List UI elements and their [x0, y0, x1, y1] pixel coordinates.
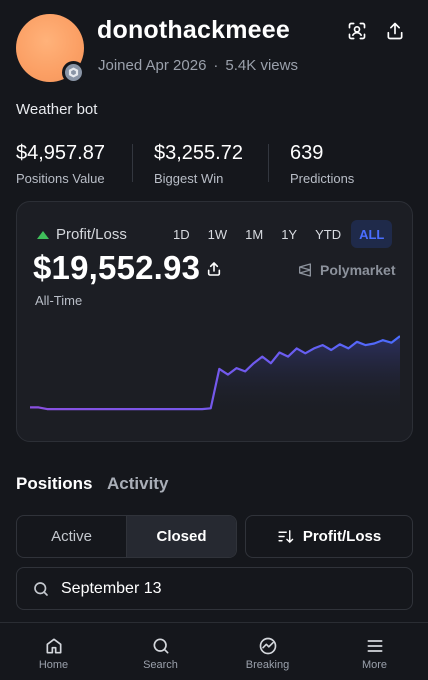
- range-all[interactable]: ALL: [351, 220, 393, 248]
- brand-name: Polymarket: [320, 262, 396, 278]
- range-1w[interactable]: 1W: [200, 220, 236, 248]
- search-box[interactable]: [16, 567, 413, 610]
- stat-label: Positions Value: [16, 171, 105, 186]
- share-pnl-icon[interactable]: [205, 260, 223, 278]
- nav-label: Home: [38, 659, 69, 671]
- trend-up-icon: [37, 230, 49, 239]
- sort-label: Profit/Loss: [302, 528, 382, 545]
- nav-label: More: [361, 659, 388, 671]
- profit-loss-value: $19,552.93: [33, 249, 201, 286]
- meta-separator: ·: [213, 57, 219, 74]
- sort-icon: [278, 530, 294, 544]
- search-icon: [34, 581, 48, 596]
- nav-home[interactable]: Home: [0, 623, 107, 680]
- breaking-icon: [259, 637, 276, 655]
- sort-button[interactable]: Profit/Loss: [245, 515, 413, 558]
- search-input[interactable]: [61, 579, 381, 598]
- status-segmented-control: Active Closed: [16, 515, 237, 558]
- stat-label: Predictions: [290, 171, 355, 186]
- tab-positions[interactable]: Positions: [16, 474, 93, 494]
- nav-breaking[interactable]: Breaking: [214, 623, 321, 680]
- range-selector: 1D 1W 1M 1Y YTD ALL: [165, 220, 394, 248]
- stat-biggest-win: $3,255.72 Biggest Win: [154, 142, 243, 186]
- nav-label: Search: [143, 659, 178, 671]
- bottom-nav: Home Search Breaking More: [0, 622, 428, 680]
- filter-active-button[interactable]: Active: [17, 516, 126, 557]
- polymarket-logo-icon: [299, 263, 311, 277]
- profile-bio: Weather bot: [16, 101, 98, 118]
- share-icon[interactable]: [383, 19, 407, 43]
- joined-date: Joined Apr 2026: [98, 57, 207, 74]
- scan-face-icon[interactable]: [345, 19, 369, 43]
- stat-value: $3,255.72: [154, 142, 243, 164]
- range-1d[interactable]: 1D: [165, 220, 198, 248]
- polymarket-brand: Polymarket: [297, 262, 395, 278]
- nav-label: Breaking: [245, 659, 290, 671]
- stat-divider: [132, 144, 133, 182]
- verified-badge-icon: [62, 61, 85, 84]
- stat-positions-value: $4,957.87 Positions Value: [16, 142, 105, 186]
- stat-divider: [268, 144, 269, 182]
- profile-meta: Joined Apr 2026 · 5.4K views: [98, 57, 298, 74]
- range-ytd[interactable]: YTD: [307, 220, 349, 248]
- period-label: All-Time: [35, 293, 83, 308]
- view-count: 5.4K views: [225, 57, 298, 74]
- profit-loss-label: Profit/Loss: [56, 226, 127, 243]
- nav-search[interactable]: Search: [107, 623, 214, 680]
- search-icon: [153, 638, 168, 654]
- range-1m[interactable]: 1M: [237, 220, 271, 248]
- range-1y[interactable]: 1Y: [273, 220, 305, 248]
- stat-value: $4,957.87: [16, 142, 105, 164]
- username: donothackmeee: [97, 16, 290, 44]
- nav-more[interactable]: More: [321, 623, 428, 680]
- filter-closed-button[interactable]: Closed: [126, 516, 236, 557]
- stat-value: 639: [290, 142, 324, 164]
- stat-predictions: 639 Predictions: [290, 142, 354, 186]
- stat-label: Biggest Win: [154, 171, 224, 186]
- chart-area-fill: [30, 336, 400, 418]
- profit-loss-heading: Profit/Loss: [37, 226, 127, 243]
- profit-loss-chart[interactable]: [30, 328, 400, 418]
- tab-activity[interactable]: Activity: [107, 474, 168, 494]
- home-icon: [46, 638, 62, 654]
- menu-icon: [367, 640, 382, 652]
